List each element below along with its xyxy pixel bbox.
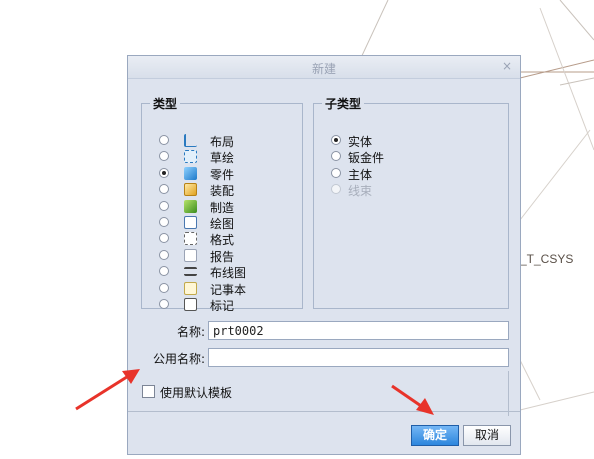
type-radio[interactable] bbox=[159, 249, 169, 260]
type-radio[interactable] bbox=[159, 266, 169, 277]
common-name-input[interactable] bbox=[208, 348, 509, 367]
type-radio[interactable] bbox=[159, 217, 169, 227]
type-group-legend: 类型 bbox=[153, 97, 178, 111]
name-input[interactable] bbox=[208, 321, 509, 340]
type-option-label: 草绘 bbox=[210, 151, 235, 166]
dialog-titlebar: 新建 × bbox=[128, 56, 520, 79]
type-radio[interactable] bbox=[159, 135, 169, 145]
use-default-template-checkbox[interactable] bbox=[142, 385, 155, 398]
assembly-icon bbox=[184, 183, 197, 197]
sketch-icon bbox=[184, 150, 197, 164]
type-option-label: 记事本 bbox=[210, 282, 247, 297]
type-radio[interactable] bbox=[159, 299, 169, 309]
subtype-radio[interactable] bbox=[331, 135, 341, 145]
type-radio[interactable] bbox=[159, 233, 169, 244]
type-option-label: 格式 bbox=[210, 233, 235, 248]
use-default-template-option[interactable]: 使用默认模板 bbox=[142, 384, 232, 401]
new-file-dialog: 新建 × 类型 布局草绘 零件装配 制造绘图格式 报告布线图 记事本标记 子类型 实体钣… bbox=[127, 55, 521, 455]
type-option-label: 报告 bbox=[210, 249, 235, 264]
type-option-label: 制造 bbox=[210, 200, 235, 215]
type-radio[interactable] bbox=[159, 184, 169, 195]
use-default-template-label: 使用默认模板 bbox=[160, 386, 233, 400]
separator-vertical bbox=[508, 371, 509, 416]
cable-diagram-icon bbox=[184, 267, 197, 277]
coordinate-system-label: _T_CSYS bbox=[520, 252, 574, 266]
subtype-option-label: 主体 bbox=[348, 167, 373, 182]
manufacturing-icon bbox=[184, 199, 197, 213]
notebook-icon bbox=[184, 281, 197, 295]
subtype-group: 子类型 实体钣金件 主体线束 bbox=[313, 95, 509, 309]
part-icon bbox=[184, 166, 197, 180]
drawing-icon bbox=[184, 216, 197, 229]
type-radio[interactable] bbox=[159, 151, 169, 162]
type-option-label: 布局 bbox=[210, 135, 235, 149]
subtype-option-label: 实体 bbox=[348, 135, 373, 149]
report-icon bbox=[184, 248, 197, 262]
type-group: 类型 布局草绘 零件装配 制造绘图格式 报告布线图 记事本标记 bbox=[141, 95, 303, 313]
format-icon bbox=[184, 232, 197, 246]
subtype-radio[interactable] bbox=[331, 151, 341, 162]
type-option-label: 绘图 bbox=[210, 217, 235, 231]
subtype-radio[interactable] bbox=[331, 167, 341, 178]
subtype-option-label: 线束 bbox=[348, 184, 373, 199]
type-option-label: 标记 bbox=[210, 299, 235, 313]
type-option-label: 装配 bbox=[210, 184, 235, 199]
dialog-title: 新建 bbox=[311, 62, 336, 76]
type-radio[interactable] bbox=[159, 167, 169, 178]
separator-horizontal bbox=[128, 411, 520, 412]
common-name-label: 公用名称: bbox=[152, 352, 205, 366]
type-radio[interactable] bbox=[159, 282, 169, 293]
type-option-label: 布线图 bbox=[210, 266, 247, 281]
ok-button[interactable]: 确定 bbox=[411, 425, 459, 446]
markup-icon bbox=[184, 298, 197, 311]
type-radio[interactable] bbox=[159, 200, 169, 211]
cancel-button[interactable]: 取消 bbox=[463, 425, 511, 446]
name-label: 名称: bbox=[176, 325, 205, 339]
subtype-option-label: 钣金件 bbox=[348, 151, 385, 166]
layout-icon bbox=[184, 134, 197, 147]
subtype-group-legend: 子类型 bbox=[325, 97, 362, 111]
subtype-radio bbox=[331, 184, 341, 195]
type-option-label: 零件 bbox=[210, 167, 235, 182]
close-icon[interactable]: × bbox=[502, 59, 512, 73]
